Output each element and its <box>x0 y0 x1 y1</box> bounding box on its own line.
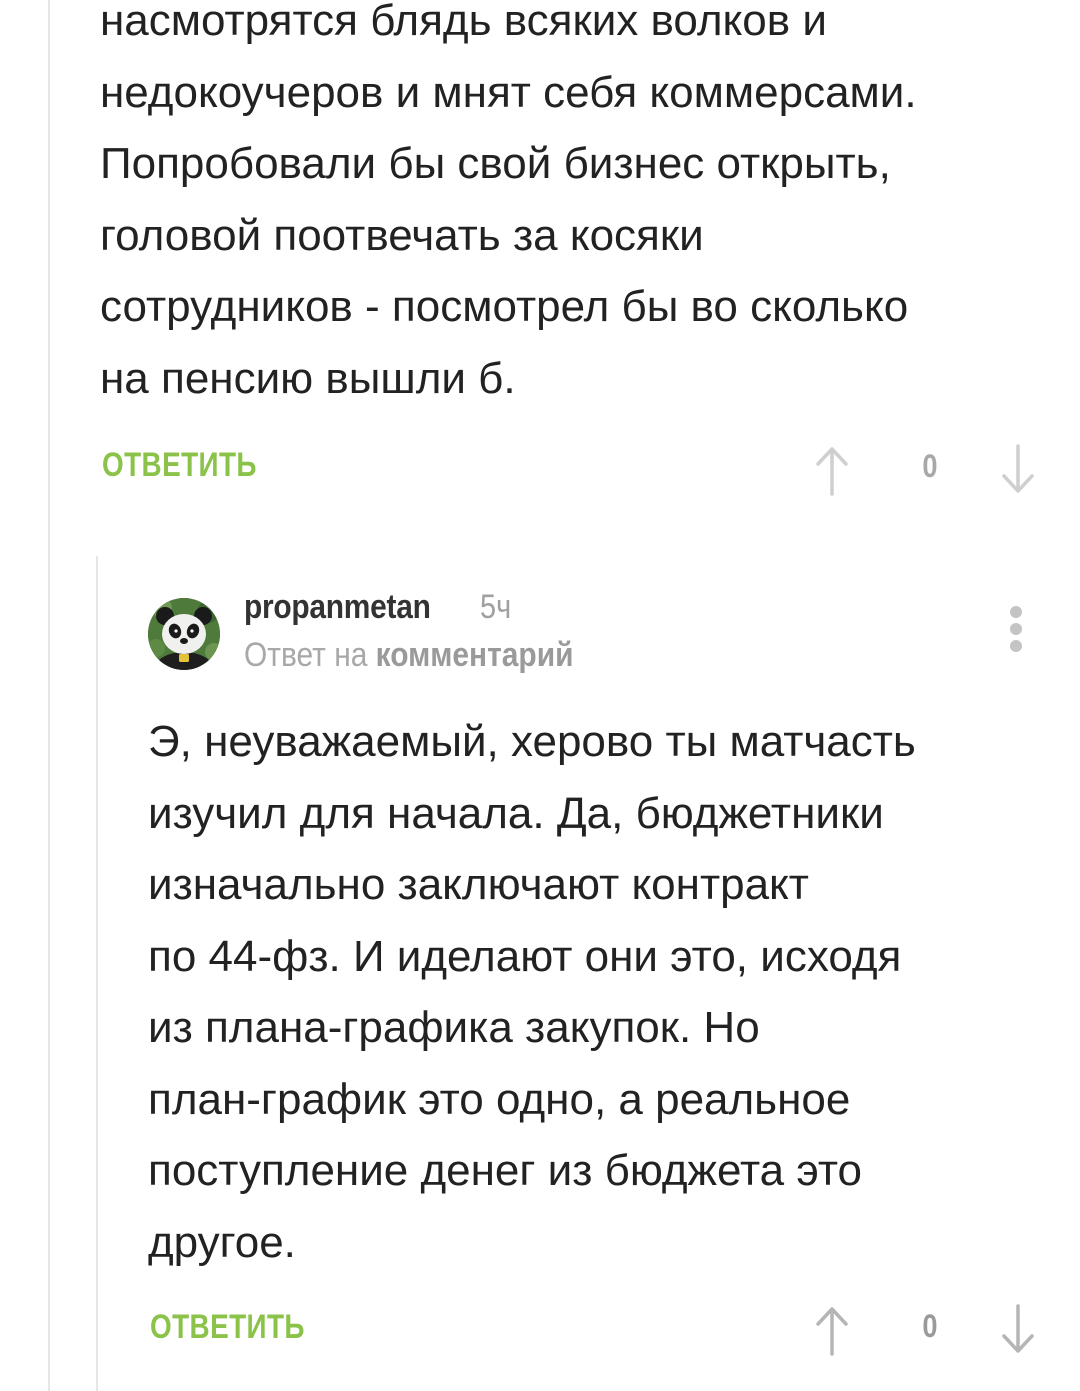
arrow-up-icon[interactable] <box>810 444 854 496</box>
vote-controls: 0 <box>780 1298 1040 1358</box>
thread-line-inner <box>96 556 98 1391</box>
vote-count: 0 <box>922 1308 938 1344</box>
reply-to-prefix: Ответ на <box>244 636 368 674</box>
thread-line-outer <box>48 0 50 1391</box>
reply-button[interactable]: ОТВЕТИТЬ <box>102 446 257 485</box>
arrow-down-icon[interactable] <box>996 1304 1040 1356</box>
reply-to-link[interactable]: комментарий <box>376 636 574 674</box>
vote-count: 0 <box>922 448 938 484</box>
reply-to-line: Ответ на комментарий <box>244 636 573 675</box>
arrow-down-icon[interactable] <box>996 444 1040 496</box>
avatar[interactable] <box>148 598 220 670</box>
more-vertical-icon[interactable] <box>1004 604 1028 654</box>
reply-button[interactable]: ОТВЕТИТЬ <box>150 1308 305 1347</box>
comment-body: насмотрятся блядь всяких волков и недоко… <box>100 0 917 403</box>
arrow-up-icon[interactable] <box>810 1304 854 1356</box>
comment-time: 5ч <box>480 588 512 626</box>
panda-avatar-icon <box>148 598 220 670</box>
comment-body: Э, неуважаемый, херово ты матчасть изучи… <box>148 717 916 1267</box>
author-name[interactable]: propanmetan <box>244 588 431 627</box>
vote-controls: 0 <box>780 438 1040 498</box>
